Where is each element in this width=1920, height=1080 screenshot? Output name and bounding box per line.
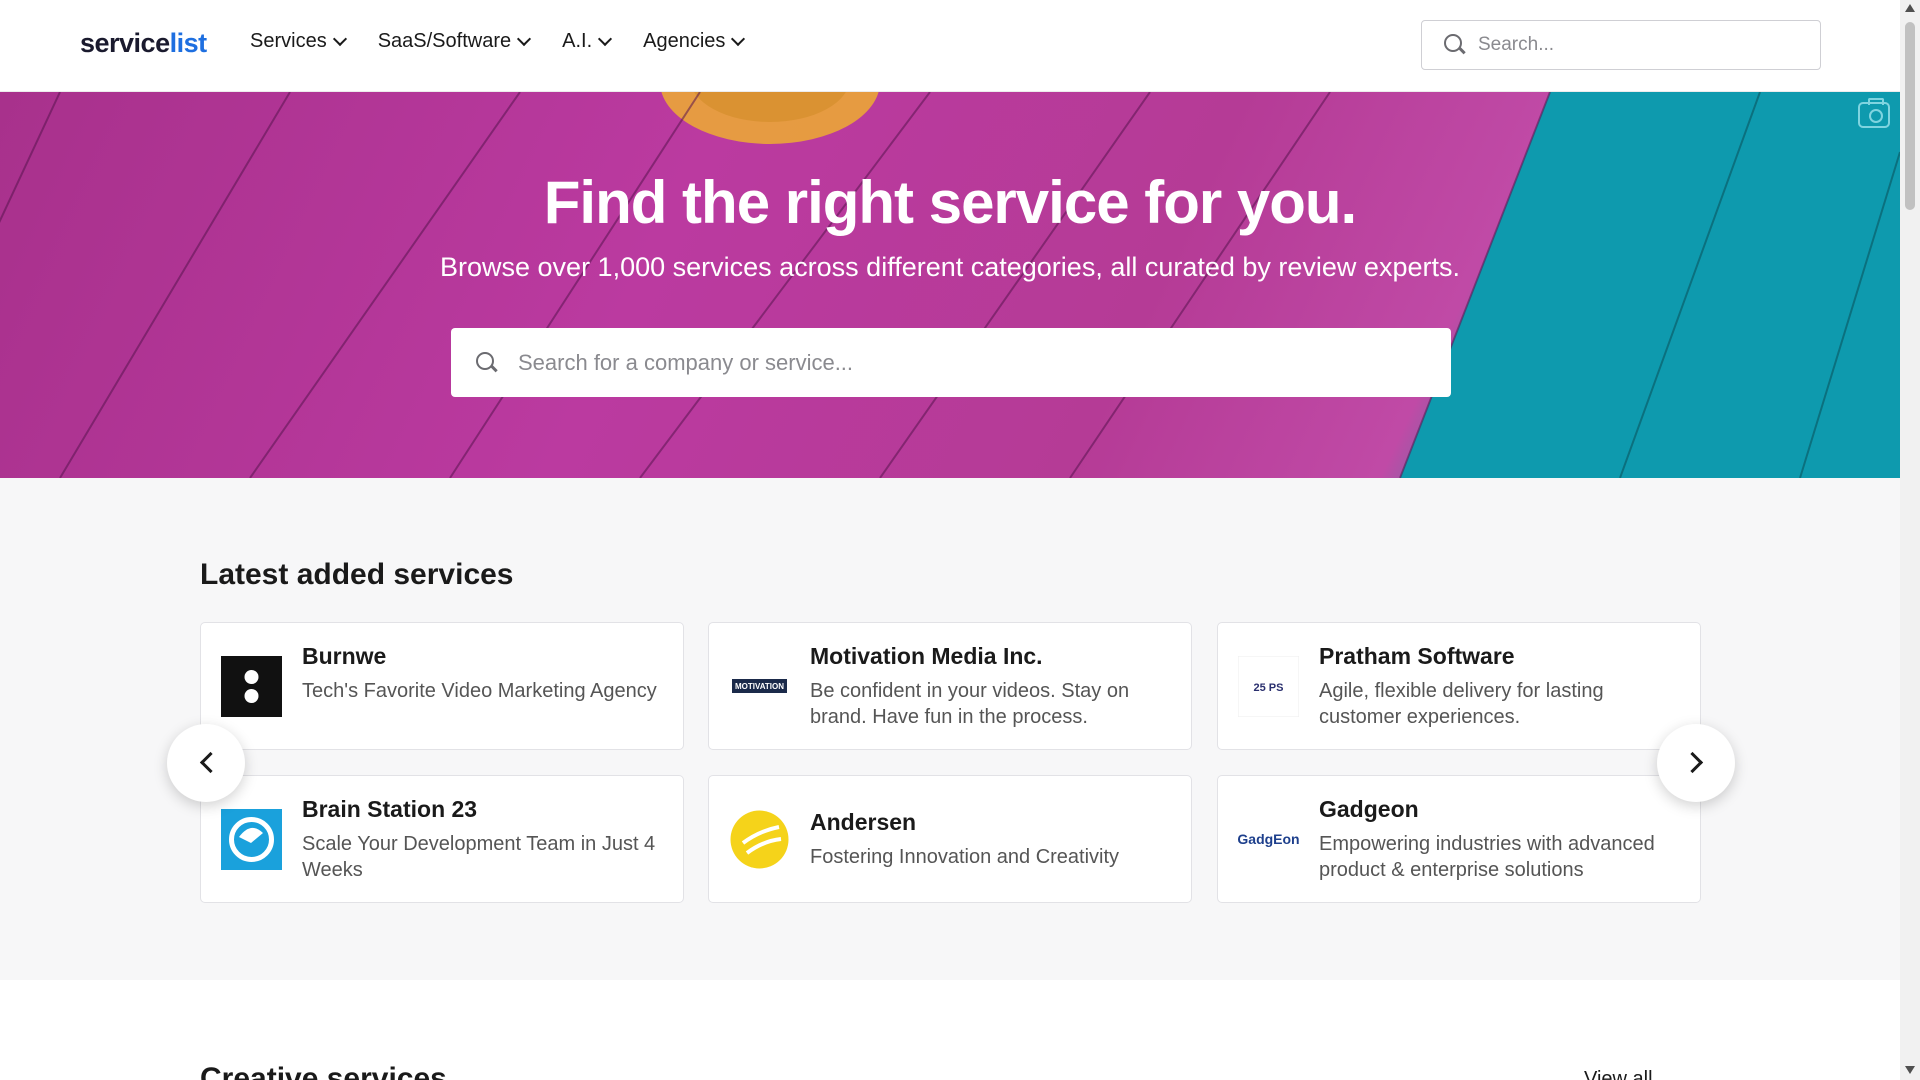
service-card-description: Empowering industries with advanced prod… [1319,833,1655,881]
pratham-logo-text: 25 PS [1254,682,1284,694]
service-card-name: Brain Station 23 [302,796,478,822]
nav-saas-software[interactable]: SaaS/Software [377,30,532,53]
scrollbar-thumb[interactable] [1905,22,1915,210]
service-card-description: Scale Your Development Team in Just 4 We… [302,833,656,881]
main-nav: Services SaaS/Software A.I. Agencies [250,30,746,53]
nav-agencies[interactable]: Agencies [643,30,746,53]
search-icon [476,351,498,374]
service-card-gadgeon[interactable]: GadgEon Gadgeon Empowering industries wi… [1217,775,1701,903]
service-card-description: Be confident in your videos. Stay on bra… [810,680,1130,728]
camera-icon[interactable] [1858,98,1890,128]
chevron-down-icon [332,31,347,47]
hero-subtitle: Browse over 1,000 services across differ… [440,252,1460,282]
logo-part-list: list [169,28,208,58]
search-icon [1444,34,1466,56]
header-search-input[interactable] [1478,34,1778,56]
service-card-description: Fostering Innovation and Creativity [810,846,1120,868]
nav-services-label: Services [250,30,327,52]
hero-title: Find the right service for you. [543,169,1357,236]
hero-search-input[interactable] [518,349,1418,376]
site-logo[interactable]: servicelist [80,28,207,59]
service-card-burnwe[interactable]: Burnwe Tech's Favorite Video Marketing A… [200,622,684,750]
gadgeon-logo: GadgEon [1238,809,1299,870]
latest-services-heading: Latest added services [200,558,514,591]
service-card-motivation-media[interactable]: MOTIVATION Motivation Media Inc. Be conf… [708,622,1192,750]
chevron-down-icon [598,31,613,47]
andersen-logo [729,809,790,870]
logo-part-service: service [80,28,170,58]
chevron-down-icon [731,31,746,47]
brain-station-logo [221,809,282,870]
hero-search-box [451,328,1451,397]
motivation-logo-text: MOTIVATION [735,682,784,691]
burnwe-logo [221,656,282,717]
service-card-pratham-software[interactable]: 25 PS Pratham Software Agile, flexible d… [1217,622,1701,750]
hero-background-stripes [0,92,1900,478]
hero-banner: Find the right service for you. Browse o… [0,92,1900,478]
carousel-next-button[interactable] [1657,724,1735,802]
nav-saas-label: SaaS/Software [377,30,512,52]
service-card-name: Pratham Software [1319,643,1515,669]
service-card-name: Burnwe [302,643,387,669]
view-all-link[interactable]: View all [1584,1068,1653,1080]
service-card-brain-station-23[interactable]: Brain Station 23 Scale Your Development … [200,775,684,903]
nav-services[interactable]: Services [250,30,347,53]
site-header: servicelist Services SaaS/Software A.I. … [0,0,1900,92]
service-card-name: Motivation Media Inc. [810,643,1043,669]
service-card-description: Tech's Favorite Video Marketing Agency [302,680,657,702]
motivation-media-logo: MOTIVATION [729,656,790,717]
page-scrollbar[interactable] [1900,0,1920,1080]
scroll-up-arrow-icon[interactable] [1905,4,1915,12]
service-card-andersen[interactable]: Andersen Fostering Innovation and Creati… [708,775,1192,903]
chevron-left-icon [199,751,222,774]
nav-agencies-label: Agencies [643,30,726,52]
service-card-name: Gadgeon [1319,796,1419,822]
pratham-software-logo: 25 PS [1238,656,1299,717]
nav-ai-label: A.I. [562,30,593,52]
scroll-down-arrow-icon[interactable] [1905,1066,1915,1074]
service-card-description: Agile, flexible delivery for lasting cus… [1319,680,1604,728]
chevron-down-icon [517,31,532,47]
service-card-name: Andersen [810,809,917,835]
creative-services-heading: Creative services [200,1062,447,1080]
chevron-right-icon [1681,751,1704,774]
nav-ai[interactable]: A.I. [562,30,613,53]
header-search-box [1421,20,1821,70]
carousel-prev-button[interactable] [167,724,245,802]
gadgeon-logo-text: GadgEon [1238,831,1299,847]
